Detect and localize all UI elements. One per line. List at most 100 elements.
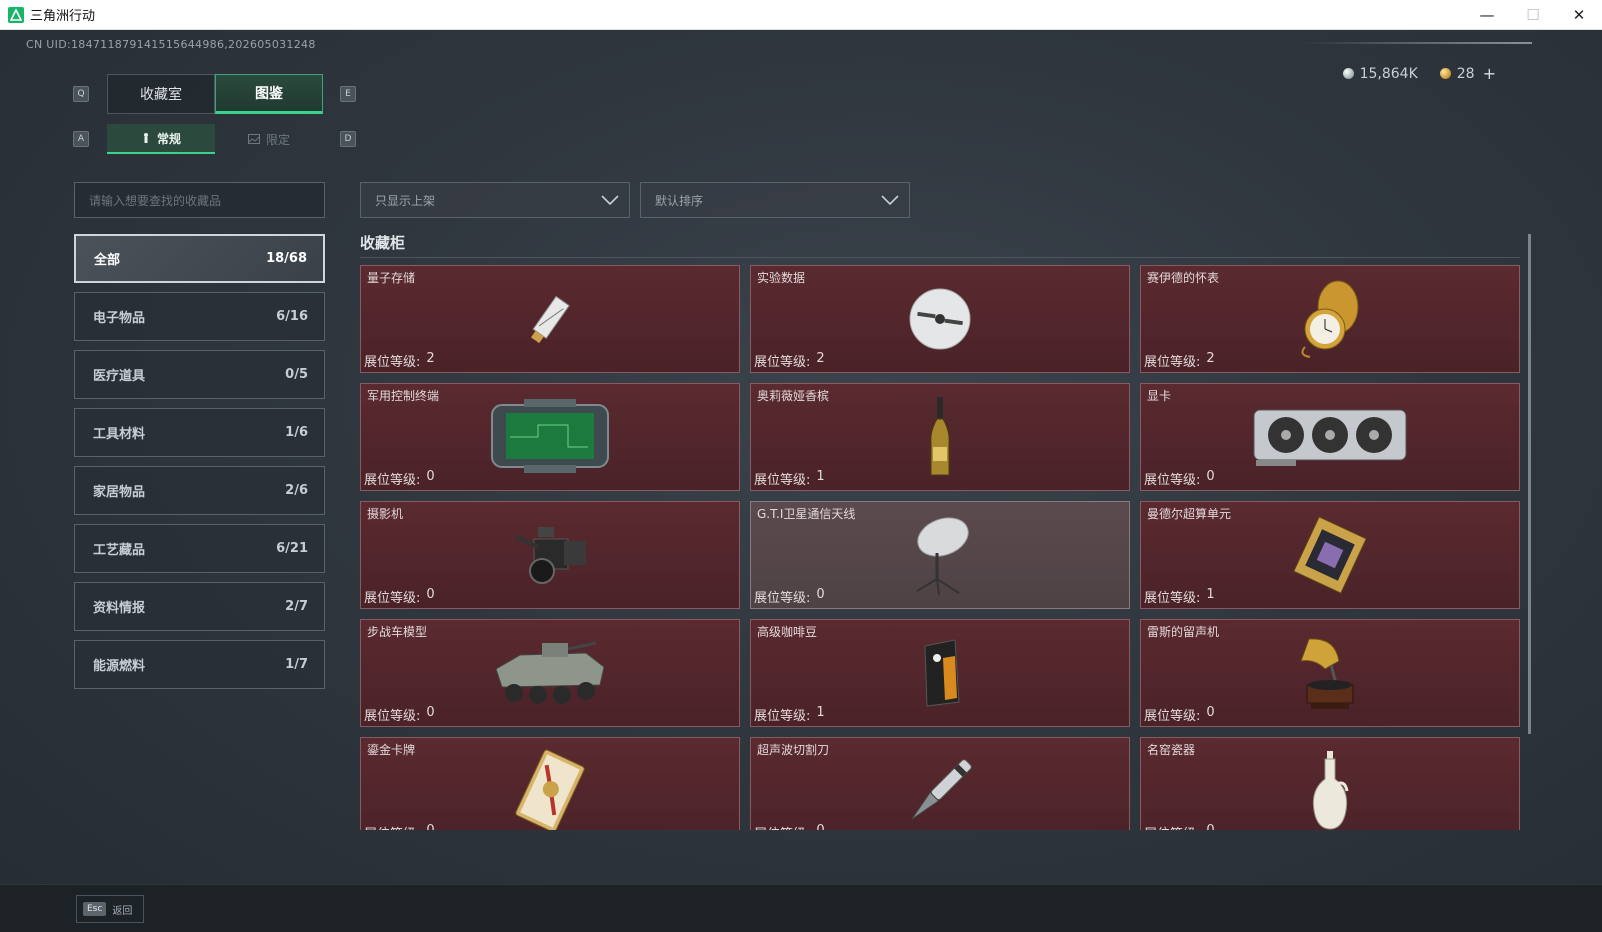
item-name: 量子存储 [367,271,416,285]
level-label: 展位等级: [364,473,421,488]
chevron-down-icon [881,195,899,205]
level-value: 1 [816,469,825,484]
item-name: 曼德尔超算单元 [1147,507,1232,521]
collection-card[interactable]: 赛伊德的怀表 展位等级: 2 [1140,265,1520,373]
item-name: 军用控制终端 [367,389,440,403]
category-count: 0/5 [285,367,308,382]
gold-coin-icon [1439,68,1451,79]
level-label: 展位等级: [754,473,811,488]
gold-amount: 28 [1456,65,1475,82]
level-value: 2 [816,351,825,366]
category-energy[interactable]: 能源燃料 1/7 [74,640,325,689]
gold-currency: 28 + [1439,64,1496,83]
category-intel[interactable]: 资料情报 2/7 [74,582,325,631]
item-name: 显卡 [1147,389,1172,403]
category-count: 6/21 [276,541,308,556]
category-all[interactable]: 全部 18/68 [74,234,325,283]
collection-grid: 量子存储 展位等级: 2 实验数据 展位等级: 2 赛伊德的怀表 展位等级: 2 军用… [360,265,1520,830]
collection-card[interactable]: G.T.I卫星通信天线 展位等级: 0 [750,501,1130,609]
level-value: 0 [1206,705,1215,720]
add-currency-button[interactable]: + [1483,64,1496,83]
display-level: 展位等级: 2 [754,351,825,370]
card-icon [515,749,585,830]
search-input[interactable]: 请输入想要查找的收藏品 [74,182,325,218]
main-tabs: 收藏室 图鉴 [107,74,323,114]
display-level: 展位等级: 0 [364,705,435,724]
disc-icon [909,288,971,350]
minimize-button[interactable]: — [1464,0,1510,30]
usb-drive-icon [530,295,570,344]
grid-scrollbar[interactable] [1528,234,1531,734]
category-electronics[interactable]: 电子物品 6/16 [74,292,325,341]
filter-dropdown-value: 只显示上架 [375,193,436,208]
level-label: 展位等级: [364,591,421,606]
window-title: 三角洲行动 [30,9,96,24]
game-screen: CN UID:18471187914151564498​6,2026050312… [0,30,1602,932]
collection-card[interactable]: 高级咖啡豆 展位等级: 1 [750,619,1130,727]
collection-card[interactable]: 鎏金卡牌 展位等级: 0 [360,737,740,830]
collection-card[interactable]: 曼德尔超算单元 展位等级: 1 [1140,501,1520,609]
sort-dropdown-value: 默认排序 [655,193,704,208]
collection-card[interactable]: 步战车模型 展位等级: 0 [360,619,740,727]
collection-card[interactable]: 量子存储 展位等级: 2 [360,265,740,373]
uid-label: CN UID:18471187914151564498​6,2026050312… [26,38,316,51]
key-hint-e: E [340,86,356,102]
search-placeholder: 请输入想要查找的收藏品 [89,193,222,208]
collection-card[interactable]: 摄影机 展位等级: 0 [360,501,740,609]
ifv-model-icon [495,641,605,704]
display-level: 展位等级: 1 [754,469,825,488]
item-name: 鎏金卡牌 [367,743,416,757]
item-name: 名窑瓷器 [1147,743,1196,757]
level-value: 0 [426,469,435,484]
collection-card[interactable]: 奥莉薇娅香槟 展位等级: 1 [750,383,1130,491]
level-value: 2 [1206,351,1215,366]
category-tools[interactable]: 工具材料 1/6 [74,408,325,457]
item-name: G.T.I卫星通信天线 [757,507,856,521]
category-crafts[interactable]: 工艺藏品 6/21 [74,524,325,573]
category-label: 工艺藏品 [93,543,146,558]
collection-card[interactable]: 超声波切割刀 展位等级: 0 [750,737,1130,830]
silver-currency: 15,864K [1342,66,1418,82]
champagne-icon [930,397,950,476]
display-level: 展位等级: 0 [1144,469,1215,488]
level-label: 展位等级: [754,823,810,830]
category-medical[interactable]: 医疗道具 0/5 [74,350,325,399]
category-count: 18/68 [266,251,307,266]
figure-icon [143,133,148,143]
sort-dropdown[interactable]: 默认排序 [640,182,910,218]
category-count: 2/6 [285,483,308,498]
display-level: 展位等级: 0 [754,823,825,830]
item-name: 奥莉薇娅香槟 [757,389,830,403]
display-level: 展位等级: 0 [1144,823,1215,830]
image-icon [247,134,260,144]
category-label: 家居物品 [93,485,146,500]
maximize-button[interactable]: ☐ [1510,0,1556,30]
tab-codex[interactable]: 图鉴 [215,74,323,114]
display-level: 展位等级: 0 [1144,705,1215,724]
collection-card[interactable]: 雷斯的留声机 展位等级: 0 [1140,619,1520,727]
level-label: 展位等级: [1144,709,1201,724]
collection-card[interactable]: 名窑瓷器 展位等级: 0 [1140,737,1520,830]
level-label: 展位等级: [754,355,811,370]
category-label: 电子物品 [93,311,146,326]
tab-regular[interactable]: 常规 [107,124,215,154]
item-name: 超声波切割刀 [757,743,830,757]
display-level: 展位等级: 0 [754,587,825,606]
tab-collection-room[interactable]: 收藏室 [107,74,215,114]
gpu-icon [1253,409,1407,466]
window-titlebar: 三角洲行动 — ☐ ✕ [0,0,1602,30]
level-label: 展位等级: [754,709,811,724]
category-household[interactable]: 家居物品 2/6 [74,466,325,515]
display-level: 展位等级: 0 [364,587,435,606]
collection-card[interactable]: 军用控制终端 展位等级: 0 [360,383,740,491]
level-value: 0 [426,823,434,830]
terminal-icon [491,399,609,473]
close-button[interactable]: ✕ [1556,0,1602,30]
filter-dropdown[interactable]: 只显示上架 [360,182,630,218]
silver-coin-icon [1342,68,1354,79]
collection-card[interactable]: 显卡 展位等级: 0 [1140,383,1520,491]
back-button[interactable]: Esc 返回 [76,895,144,923]
tab-limited[interactable]: 限定 [215,124,323,154]
collection-card[interactable]: 实验数据 展位等级: 2 [750,265,1130,373]
camera-icon [515,527,586,584]
